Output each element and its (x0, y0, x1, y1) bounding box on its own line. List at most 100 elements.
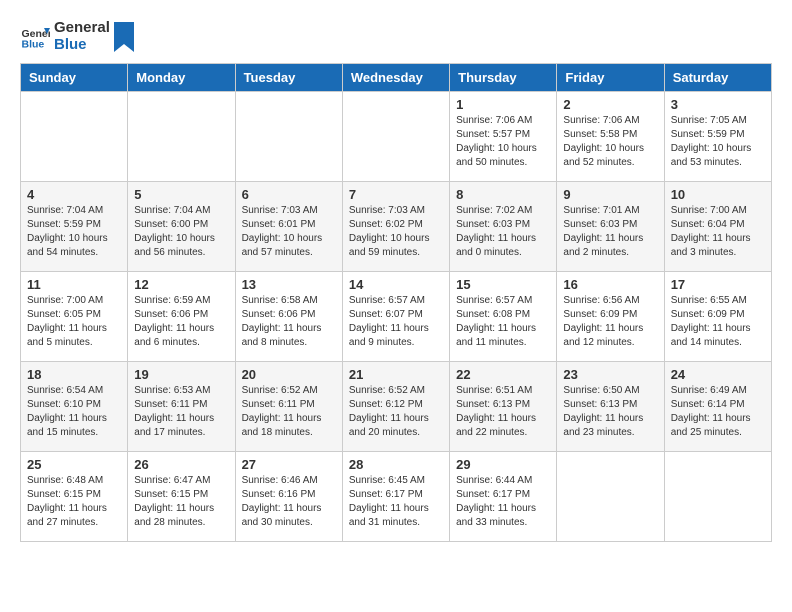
day-info: Sunrise: 7:03 AM Sunset: 6:02 PM Dayligh… (349, 204, 443, 260)
calendar-week-row: 4 Sunrise: 7:04 AM Sunset: 5:59 PM Daylig… (21, 182, 772, 272)
day-number: 25 (27, 457, 121, 472)
day-info: Sunrise: 6:59 AM Sunset: 6:06 PM Dayligh… (134, 294, 228, 350)
calendar-cell: 22 Sunrise: 6:51 AM Sunset: 6:13 PM Dayli… (450, 362, 557, 452)
day-number: 8 (456, 187, 550, 202)
calendar-week-row: 11 Sunrise: 7:00 AM Sunset: 6:05 PM Dayli… (21, 272, 772, 362)
day-info: Sunrise: 6:49 AM Sunset: 6:14 PM Dayligh… (671, 384, 765, 440)
day-number: 20 (242, 367, 336, 382)
logo-arrow-icon (114, 22, 134, 52)
calendar-cell: 16 Sunrise: 6:56 AM Sunset: 6:09 PM Dayli… (557, 272, 664, 362)
day-number: 10 (671, 187, 765, 202)
col-header-sunday: Sunday (21, 64, 128, 92)
day-number: 5 (134, 187, 228, 202)
calendar-week-row: 25 Sunrise: 6:48 AM Sunset: 6:15 PM Dayli… (21, 452, 772, 542)
calendar-cell: 1 Sunrise: 7:06 AM Sunset: 5:57 PM Daylig… (450, 92, 557, 182)
day-number: 13 (242, 277, 336, 292)
calendar-cell: 25 Sunrise: 6:48 AM Sunset: 6:15 PM Dayli… (21, 452, 128, 542)
day-number: 14 (349, 277, 443, 292)
day-number: 22 (456, 367, 550, 382)
calendar-cell (342, 92, 449, 182)
calendar-cell: 8 Sunrise: 7:02 AM Sunset: 6:03 PM Daylig… (450, 182, 557, 272)
logo: General Blue General Blue (20, 20, 134, 53)
col-header-saturday: Saturday (664, 64, 771, 92)
svg-text:Blue: Blue (22, 38, 45, 50)
day-info: Sunrise: 6:47 AM Sunset: 6:15 PM Dayligh… (134, 474, 228, 530)
day-number: 21 (349, 367, 443, 382)
day-number: 15 (456, 277, 550, 292)
day-number: 26 (134, 457, 228, 472)
day-number: 6 (242, 187, 336, 202)
day-number: 29 (456, 457, 550, 472)
calendar-cell (235, 92, 342, 182)
day-info: Sunrise: 6:57 AM Sunset: 6:08 PM Dayligh… (456, 294, 550, 350)
calendar-cell: 23Sunrise: 6:50 AM Sunset: 6:13 PM Dayli… (557, 362, 664, 452)
day-info: Sunrise: 6:54 AM Sunset: 6:10 PM Dayligh… (27, 384, 121, 440)
logo-general-text: General (54, 20, 110, 37)
calendar-cell: 17 Sunrise: 6:55 AM Sunset: 6:09 PM Dayli… (664, 272, 771, 362)
day-number: 16 (563, 277, 657, 292)
calendar-week-row: 18Sunrise: 6:54 AM Sunset: 6:10 PM Dayli… (21, 362, 772, 452)
day-number: 9 (563, 187, 657, 202)
calendar-cell: 13 Sunrise: 6:58 AM Sunset: 6:06 PM Dayli… (235, 272, 342, 362)
col-header-monday: Monday (128, 64, 235, 92)
calendar-cell (664, 452, 771, 542)
day-number: 28 (349, 457, 443, 472)
calendar-cell: 11 Sunrise: 7:00 AM Sunset: 6:05 PM Dayli… (21, 272, 128, 362)
calendar-cell: 2 Sunrise: 7:06 AM Sunset: 5:58 PM Daylig… (557, 92, 664, 182)
col-header-wednesday: Wednesday (342, 64, 449, 92)
calendar-cell: 29 Sunrise: 6:44 AM Sunset: 6:17 PM Dayli… (450, 452, 557, 542)
day-number: 7 (349, 187, 443, 202)
calendar-cell: 15 Sunrise: 6:57 AM Sunset: 6:08 PM Dayli… (450, 272, 557, 362)
day-info: Sunrise: 6:58 AM Sunset: 6:06 PM Dayligh… (242, 294, 336, 350)
day-number: 2 (563, 97, 657, 112)
calendar-cell (557, 452, 664, 542)
calendar-table: SundayMondayTuesdayWednesdayThursdayFrid… (20, 63, 772, 542)
day-number: 27 (242, 457, 336, 472)
day-info: Sunrise: 7:04 AM Sunset: 5:59 PM Dayligh… (27, 204, 121, 260)
calendar-cell: 12 Sunrise: 6:59 AM Sunset: 6:06 PM Dayli… (128, 272, 235, 362)
calendar-cell: 18Sunrise: 6:54 AM Sunset: 6:10 PM Dayli… (21, 362, 128, 452)
day-info: Sunrise: 6:45 AM Sunset: 6:17 PM Dayligh… (349, 474, 443, 530)
day-info: Sunrise: 6:52 AM Sunset: 6:11 PM Dayligh… (242, 384, 336, 440)
day-info: Sunrise: 6:55 AM Sunset: 6:09 PM Dayligh… (671, 294, 765, 350)
day-info: Sunrise: 7:00 AM Sunset: 6:04 PM Dayligh… (671, 204, 765, 260)
calendar-cell: 9 Sunrise: 7:01 AM Sunset: 6:03 PM Daylig… (557, 182, 664, 272)
day-number: 1 (456, 97, 550, 112)
day-info: Sunrise: 6:50 AM Sunset: 6:13 PM Dayligh… (563, 384, 657, 440)
day-info: Sunrise: 6:52 AM Sunset: 6:12 PM Dayligh… (349, 384, 443, 440)
day-info: Sunrise: 7:04 AM Sunset: 6:00 PM Dayligh… (134, 204, 228, 260)
day-info: Sunrise: 7:00 AM Sunset: 6:05 PM Dayligh… (27, 294, 121, 350)
calendar-cell: 27Sunrise: 6:46 AM Sunset: 6:16 PM Dayli… (235, 452, 342, 542)
day-number: 17 (671, 277, 765, 292)
calendar-cell: 20 Sunrise: 6:52 AM Sunset: 6:11 PM Dayli… (235, 362, 342, 452)
calendar-cell: 7 Sunrise: 7:03 AM Sunset: 6:02 PM Daylig… (342, 182, 449, 272)
day-number: 12 (134, 277, 228, 292)
calendar-cell: 5 Sunrise: 7:04 AM Sunset: 6:00 PM Daylig… (128, 182, 235, 272)
calendar-cell: 6Sunrise: 7:03 AM Sunset: 6:01 PM Daylig… (235, 182, 342, 272)
day-number: 4 (27, 187, 121, 202)
calendar-cell (21, 92, 128, 182)
calendar-cell: 21 Sunrise: 6:52 AM Sunset: 6:12 PM Dayli… (342, 362, 449, 452)
day-number: 3 (671, 97, 765, 112)
calendar-header-row: SundayMondayTuesdayWednesdayThursdayFrid… (21, 64, 772, 92)
col-header-thursday: Thursday (450, 64, 557, 92)
calendar-cell: 28 Sunrise: 6:45 AM Sunset: 6:17 PM Dayli… (342, 452, 449, 542)
day-info: Sunrise: 6:48 AM Sunset: 6:15 PM Dayligh… (27, 474, 121, 530)
day-number: 19 (134, 367, 228, 382)
calendar-cell: 24Sunrise: 6:49 AM Sunset: 6:14 PM Dayli… (664, 362, 771, 452)
day-number: 11 (27, 277, 121, 292)
calendar-cell: 4 Sunrise: 7:04 AM Sunset: 5:59 PM Daylig… (21, 182, 128, 272)
calendar-cell: 10 Sunrise: 7:00 AM Sunset: 6:04 PM Dayli… (664, 182, 771, 272)
day-info: Sunrise: 6:56 AM Sunset: 6:09 PM Dayligh… (563, 294, 657, 350)
day-info: Sunrise: 7:06 AM Sunset: 5:57 PM Dayligh… (456, 114, 550, 170)
day-info: Sunrise: 7:05 AM Sunset: 5:59 PM Dayligh… (671, 114, 765, 170)
calendar-cell (128, 92, 235, 182)
day-info: Sunrise: 6:44 AM Sunset: 6:17 PM Dayligh… (456, 474, 550, 530)
logo-icon: General Blue (20, 22, 50, 52)
day-info: Sunrise: 6:51 AM Sunset: 6:13 PM Dayligh… (456, 384, 550, 440)
day-info: Sunrise: 6:53 AM Sunset: 6:11 PM Dayligh… (134, 384, 228, 440)
day-info: Sunrise: 7:02 AM Sunset: 6:03 PM Dayligh… (456, 204, 550, 260)
calendar-cell: 26 Sunrise: 6:47 AM Sunset: 6:15 PM Dayli… (128, 452, 235, 542)
day-info: Sunrise: 7:06 AM Sunset: 5:58 PM Dayligh… (563, 114, 657, 170)
day-info: Sunrise: 7:01 AM Sunset: 6:03 PM Dayligh… (563, 204, 657, 260)
